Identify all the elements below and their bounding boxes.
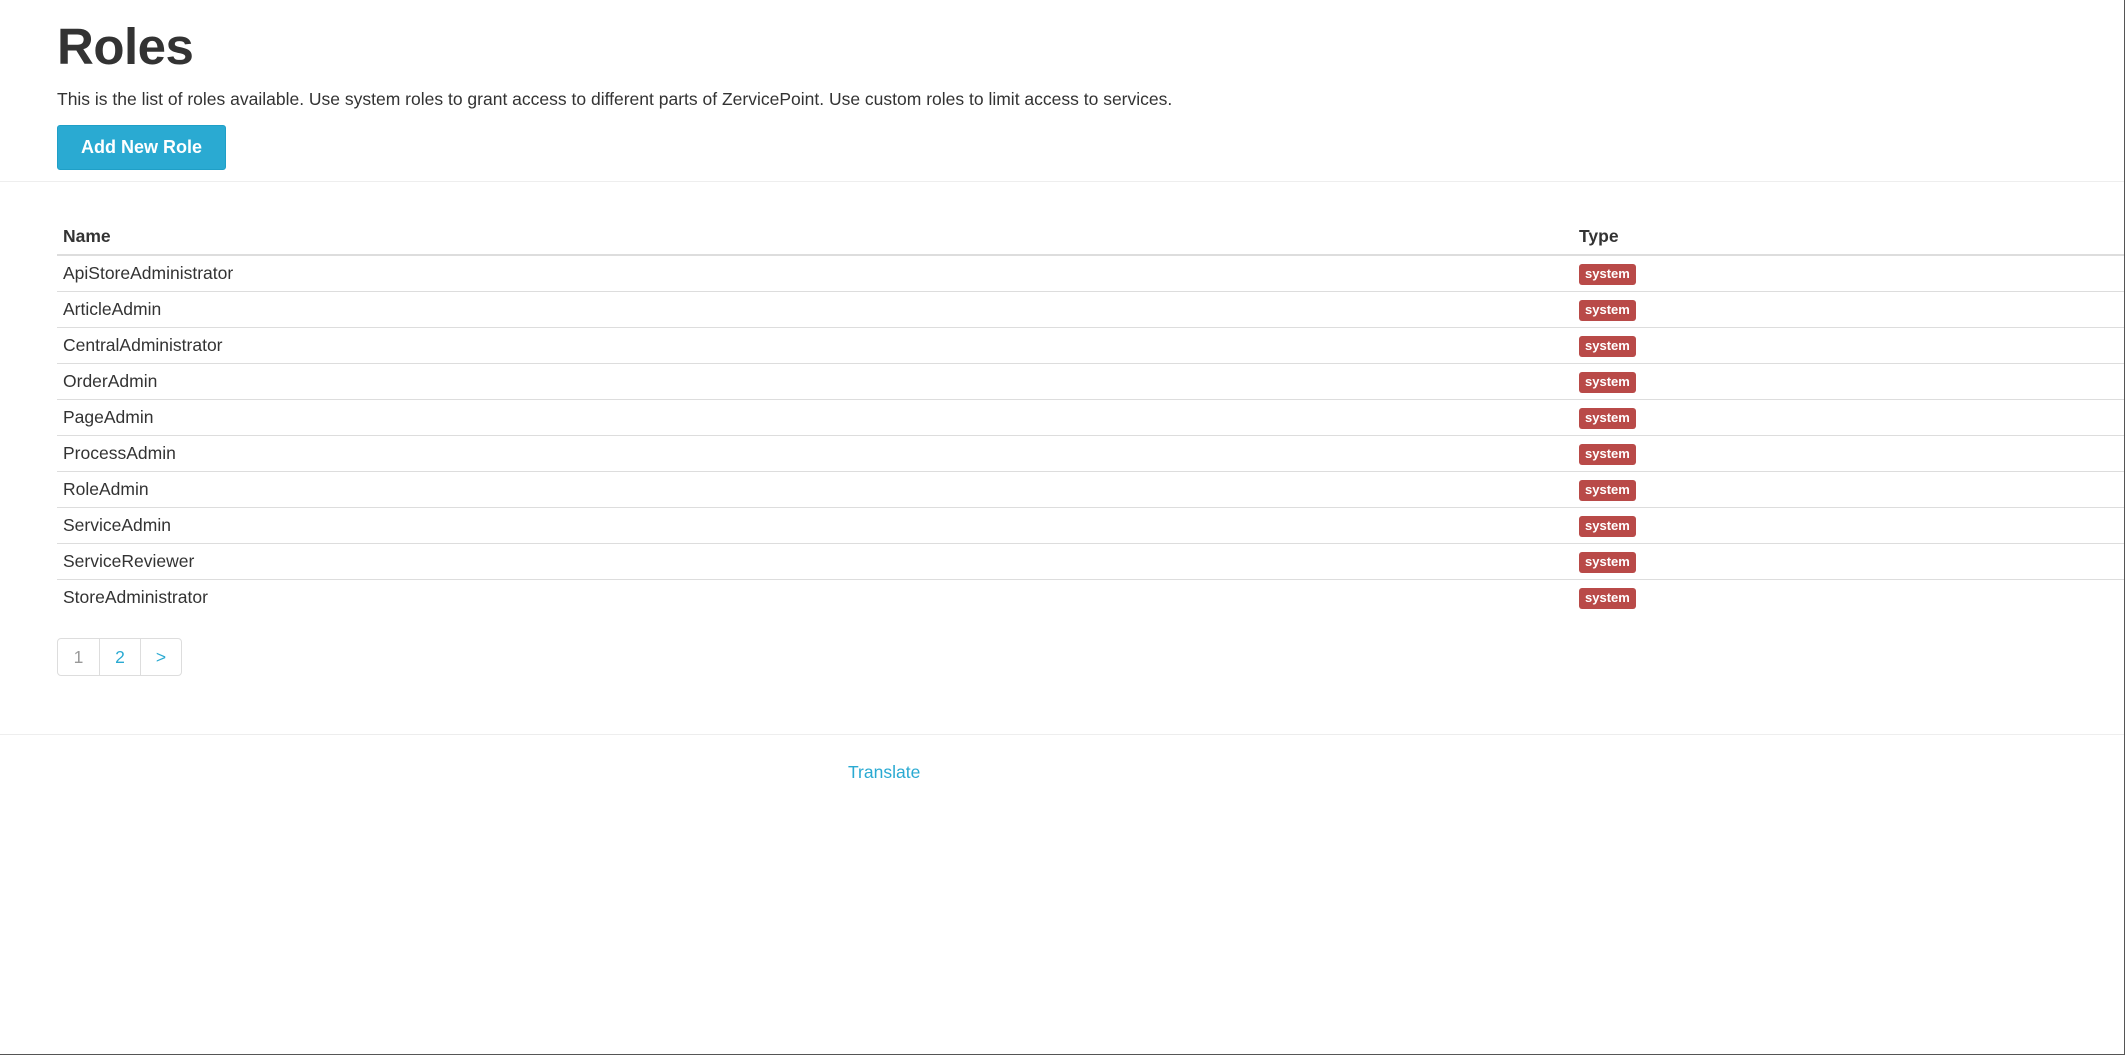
- column-header-name[interactable]: Name: [57, 218, 1573, 256]
- column-header-type[interactable]: Type: [1573, 218, 2125, 256]
- page-1-link[interactable]: 1: [58, 639, 99, 675]
- system-badge: system: [1579, 444, 1636, 465]
- role-name[interactable]: ArticleAdmin: [57, 291, 1573, 328]
- next-page-link[interactable]: >: [140, 639, 181, 675]
- system-badge: system: [1579, 552, 1636, 573]
- table-row[interactable]: ServiceReviewer system: [57, 543, 2125, 580]
- system-badge: system: [1579, 480, 1636, 501]
- table-row[interactable]: StoreAdministrator system: [57, 580, 2125, 616]
- role-name[interactable]: PageAdmin: [57, 399, 1573, 436]
- role-type-cell: system: [1573, 507, 2125, 544]
- footer-divider: [0, 734, 2125, 735]
- role-name[interactable]: OrderAdmin: [57, 363, 1573, 400]
- table-row[interactable]: ArticleAdmin system: [57, 291, 2125, 328]
- system-badge: system: [1579, 516, 1636, 537]
- role-name[interactable]: ServiceAdmin: [57, 507, 1573, 544]
- role-type-cell: system: [1573, 255, 2125, 292]
- role-type-cell: system: [1573, 363, 2125, 400]
- table-row[interactable]: OrderAdmin system: [57, 363, 2125, 400]
- role-type-cell: system: [1573, 327, 2125, 364]
- role-type-cell: system: [1573, 543, 2125, 580]
- role-name[interactable]: ProcessAdmin: [57, 435, 1573, 472]
- system-badge: system: [1579, 336, 1636, 357]
- role-type-cell: system: [1573, 435, 2125, 472]
- role-type-cell: system: [1573, 399, 2125, 436]
- system-badge: system: [1579, 408, 1636, 429]
- table-row[interactable]: ApiStoreAdministrator system: [57, 255, 2125, 292]
- page-description: This is the list of roles available. Use…: [57, 89, 1173, 109]
- table-row[interactable]: RoleAdmin system: [57, 471, 2125, 508]
- system-badge: system: [1579, 372, 1636, 393]
- role-name[interactable]: ApiStoreAdministrator: [57, 255, 1573, 292]
- page-2-link[interactable]: 2: [99, 639, 140, 675]
- role-name[interactable]: ServiceReviewer: [57, 543, 1573, 580]
- role-type-cell: system: [1573, 580, 2125, 616]
- header-divider: [0, 181, 2125, 182]
- table-row[interactable]: CentralAdministrator system: [57, 327, 2125, 364]
- pagination: 1 2 >: [57, 638, 182, 676]
- role-name[interactable]: StoreAdministrator: [57, 580, 1573, 616]
- system-badge: system: [1579, 264, 1636, 285]
- role-type-cell: system: [1573, 291, 2125, 328]
- system-badge: system: [1579, 300, 1636, 321]
- translate-link[interactable]: Translate: [848, 762, 920, 783]
- roles-table: Name Type ApiStoreAdministrator system A…: [57, 218, 2125, 615]
- role-name[interactable]: CentralAdministrator: [57, 327, 1573, 364]
- role-name[interactable]: RoleAdmin: [57, 471, 1573, 508]
- system-badge: system: [1579, 588, 1636, 609]
- table-row[interactable]: ProcessAdmin system: [57, 435, 2125, 472]
- table-header-row: Name Type: [57, 218, 2125, 256]
- role-type-cell: system: [1573, 471, 2125, 508]
- page-title: Roles: [57, 18, 194, 75]
- table-row[interactable]: PageAdmin system: [57, 399, 2125, 436]
- add-new-role-button[interactable]: Add New Role: [57, 125, 226, 170]
- table-row[interactable]: ServiceAdmin system: [57, 507, 2125, 544]
